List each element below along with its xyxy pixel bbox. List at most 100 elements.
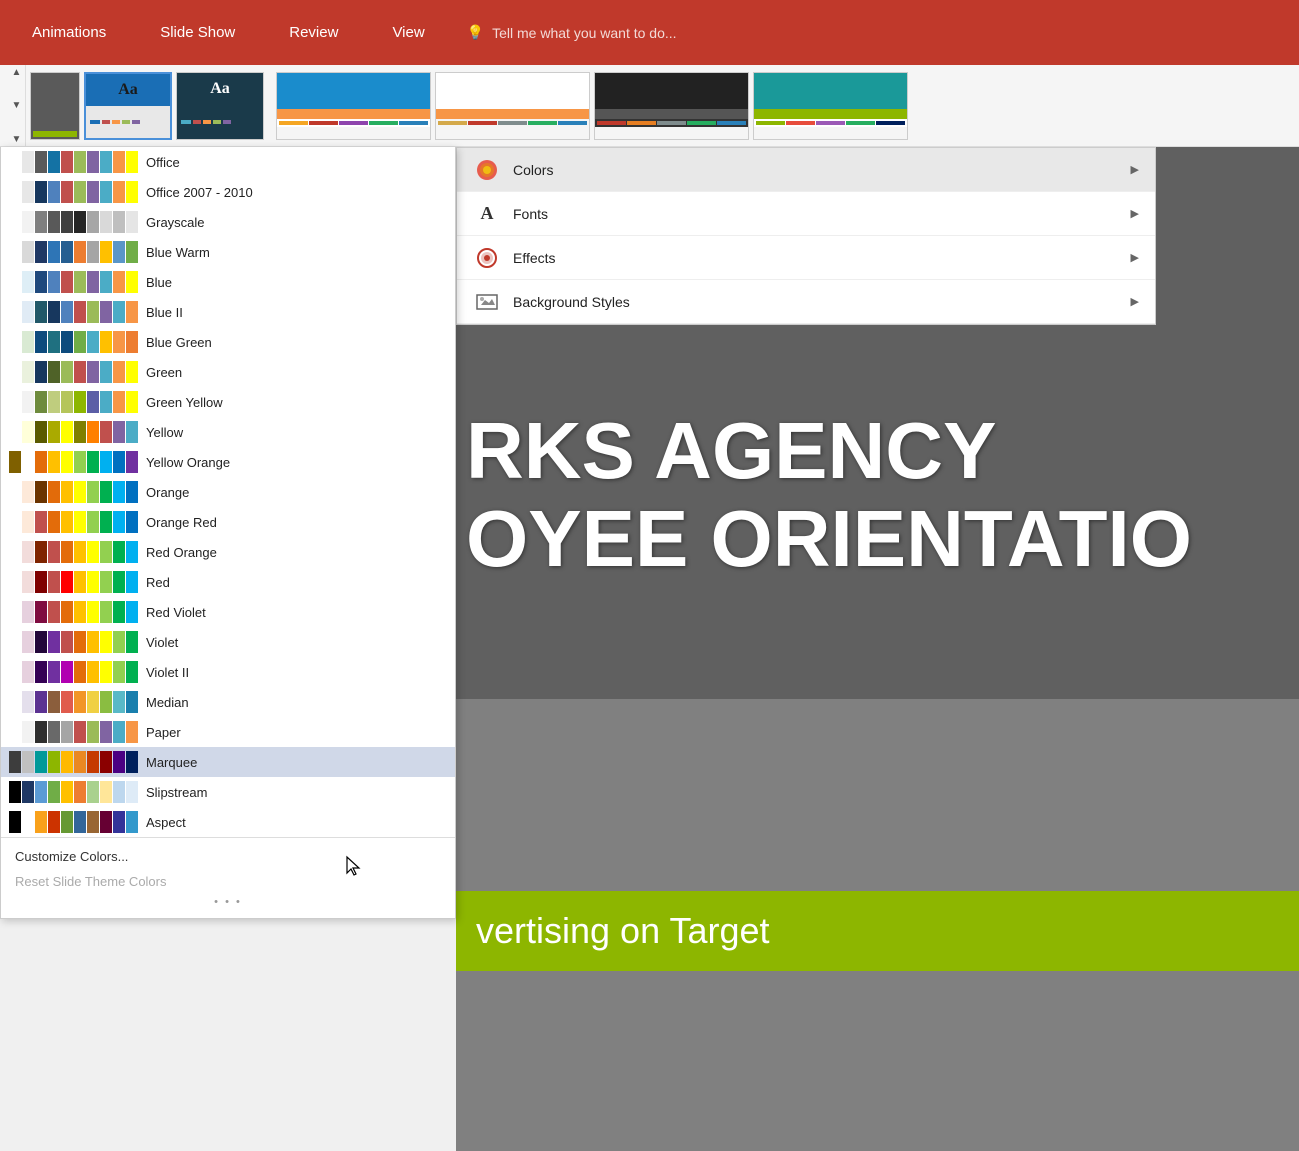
theme-scroll-down[interactable]: ▼	[12, 100, 22, 111]
swatch-18-6	[87, 691, 99, 713]
swatch-14-4	[61, 571, 73, 593]
animations-tab[interactable]: Animations	[20, 16, 118, 49]
swatch-2-3	[48, 211, 60, 233]
swatch-20-8	[113, 751, 125, 773]
color-scheme-item-11[interactable]: Orange	[1, 477, 455, 507]
color-scheme-item-14[interactable]: Red	[1, 567, 455, 597]
swatch-9-2	[35, 421, 47, 443]
swatches-4	[9, 271, 138, 293]
swatch-12-9	[126, 511, 138, 533]
swatch-15-8	[113, 601, 125, 623]
swatch-10-6	[87, 451, 99, 473]
swatch-14-3	[48, 571, 60, 593]
theme-thumb-3[interactable]: Aa	[176, 72, 264, 140]
swatch-21-7	[100, 781, 112, 803]
ribbon-search-area: 💡 Tell me what you want to do...	[467, 24, 677, 41]
color-scheme-name-14: Red	[146, 575, 170, 590]
color-scheme-item-0[interactable]: Office	[1, 147, 455, 177]
swatch-14-2	[35, 571, 47, 593]
swatch-15-0	[9, 601, 21, 623]
theme-color-thumb-1[interactable]	[276, 72, 431, 140]
color-scheme-list: OfficeOffice 2007 - 2010GrayscaleBlue Wa…	[1, 147, 455, 837]
swatch-1-5	[74, 181, 86, 203]
color-scheme-item-5[interactable]: Blue II	[1, 297, 455, 327]
swatch-0-9	[126, 151, 138, 173]
swatch-21-6	[87, 781, 99, 803]
color-scheme-item-9[interactable]: Yellow	[1, 417, 455, 447]
theme-color-thumb-3[interactable]	[594, 72, 749, 140]
theme-color-thumb-4[interactable]	[753, 72, 908, 140]
swatch-16-9	[126, 631, 138, 653]
effects-chevron: ▶	[1131, 251, 1139, 264]
swatch-7-2	[35, 361, 47, 383]
color-scheme-item-10[interactable]: Yellow Orange	[1, 447, 455, 477]
swatch-20-2	[35, 751, 47, 773]
swatch-17-0	[9, 661, 21, 683]
color-scheme-item-18[interactable]: Median	[1, 687, 455, 717]
swatch-6-6	[87, 331, 99, 353]
background-menu-item[interactable]: Background Styles ▶	[457, 280, 1155, 324]
review-tab[interactable]: Review	[277, 16, 350, 49]
theme-thumb-2[interactable]: Aa	[84, 72, 172, 140]
swatch-8-2	[35, 391, 47, 413]
swatch-9-8	[113, 421, 125, 443]
swatch-16-8	[113, 631, 125, 653]
view-tab[interactable]: View	[380, 16, 436, 49]
slideshow-tab[interactable]: Slide Show	[148, 16, 247, 49]
theme-expand[interactable]: ▼	[12, 134, 22, 145]
theme-scroll-up[interactable]: ▲	[12, 67, 22, 78]
color-scheme-item-4[interactable]: Blue	[1, 267, 455, 297]
ribbon-bar: Animations Slide Show Review View 💡 Tell…	[0, 0, 1299, 65]
swatch-8-0	[9, 391, 21, 413]
color-scheme-item-6[interactable]: Blue Green	[1, 327, 455, 357]
swatch-19-0	[9, 721, 21, 743]
color-scheme-item-1[interactable]: Office 2007 - 2010	[1, 177, 455, 207]
swatch-4-5	[74, 271, 86, 293]
dropdown-footer: Customize Colors... Reset Slide Theme Co…	[1, 837, 455, 918]
fonts-menu-item[interactable]: A Fonts ▶	[457, 192, 1155, 236]
swatch-16-6	[87, 631, 99, 653]
swatch-4-6	[87, 271, 99, 293]
color-scheme-name-18: Median	[146, 695, 189, 710]
swatch-0-3	[48, 151, 60, 173]
swatches-6	[9, 331, 138, 353]
swatch-7-9	[126, 361, 138, 383]
swatch-12-8	[113, 511, 125, 533]
color-scheme-item-7[interactable]: Green	[1, 357, 455, 387]
effects-menu-item[interactable]: Effects ▶	[457, 236, 1155, 280]
swatch-22-9	[126, 811, 138, 833]
swatch-22-3	[48, 811, 60, 833]
swatch-19-5	[74, 721, 86, 743]
theme-color-thumb-2[interactable]	[435, 72, 590, 140]
color-scheme-item-2[interactable]: Grayscale	[1, 207, 455, 237]
color-scheme-item-21[interactable]: Slipstream	[1, 777, 455, 807]
swatch-1-4	[61, 181, 73, 203]
swatch-5-4	[61, 301, 73, 323]
color-scheme-item-15[interactable]: Red Violet	[1, 597, 455, 627]
swatches-21	[9, 781, 138, 803]
swatch-11-3	[48, 481, 60, 503]
color-scheme-item-16[interactable]: Violet	[1, 627, 455, 657]
color-scheme-item-8[interactable]: Green Yellow	[1, 387, 455, 417]
swatch-19-4	[61, 721, 73, 743]
color-scheme-item-20[interactable]: Marquee	[1, 747, 455, 777]
reset-colors-link: Reset Slide Theme Colors	[11, 869, 445, 894]
color-scheme-item-22[interactable]: Aspect	[1, 807, 455, 837]
color-scheme-item-13[interactable]: Red Orange	[1, 537, 455, 567]
color-scheme-item-17[interactable]: Violet II	[1, 657, 455, 687]
swatch-10-3	[48, 451, 60, 473]
customize-colors-link[interactable]: Customize Colors...	[11, 844, 445, 869]
color-scheme-item-3[interactable]: Blue Warm	[1, 237, 455, 267]
swatch-17-8	[113, 661, 125, 683]
swatch-1-1	[22, 181, 34, 203]
color-scheme-item-19[interactable]: Paper	[1, 717, 455, 747]
colors-menu-item[interactable]: Colors ▶	[457, 148, 1155, 192]
swatch-12-6	[87, 511, 99, 533]
swatch-11-8	[113, 481, 125, 503]
swatch-5-5	[74, 301, 86, 323]
swatch-9-9	[126, 421, 138, 443]
swatch-6-9	[126, 331, 138, 353]
theme-thumb-current[interactable]	[30, 72, 80, 140]
swatch-22-4	[61, 811, 73, 833]
color-scheme-item-12[interactable]: Orange Red	[1, 507, 455, 537]
